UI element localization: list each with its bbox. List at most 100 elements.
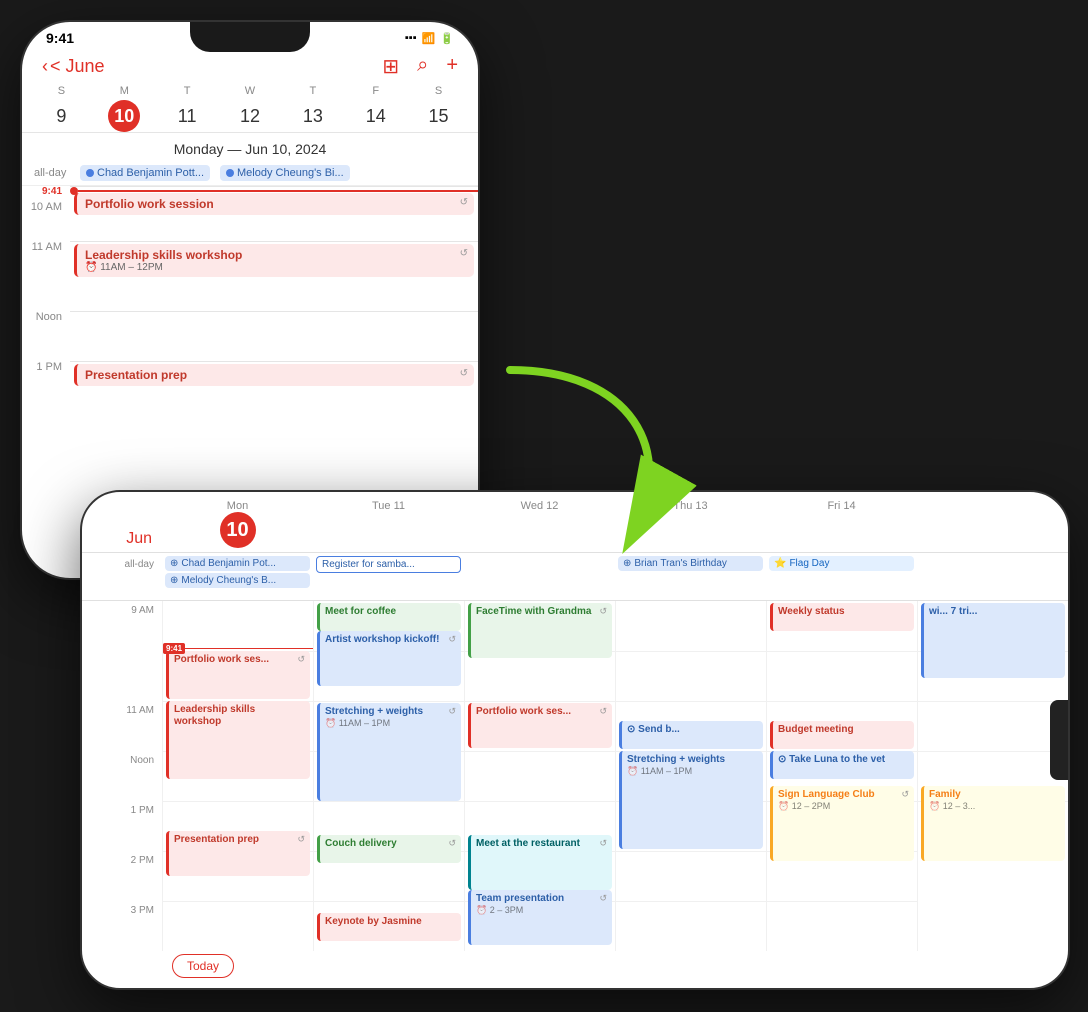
time-3pm-label: 3 PM [82,901,162,951]
week-day-fri[interactable]: F 14 [344,85,407,132]
event-sign-fri[interactable]: ↺ Sign Language Club ⏰ 12 – 2PM [770,786,914,861]
search-icon[interactable]: ⌕ [417,54,428,79]
col-header-tue[interactable]: Tue 11 [313,500,464,548]
event-portfolio-mon[interactable]: ↺ Portfolio work ses... [166,651,310,699]
event-send-thu[interactable]: ⊙ Send b... [619,721,763,749]
event-leadership-mon[interactable]: Leadership skills workshop [166,701,310,779]
sync-icon: ↺ [599,706,607,717]
time-2pm-label: 2 PM [82,851,162,901]
allday-samba[interactable]: Register for samba... [316,556,461,573]
event-facetime-wed[interactable]: ↺ FaceTime with Grandma [468,603,612,658]
allday-label-landscape: all-day [82,555,162,570]
event-portfolio-wed[interactable]: ↺ Portfolio work ses... [468,703,612,748]
week-day-mon[interactable]: M 10 [93,85,156,132]
day-col-wed: ↺ FaceTime with Grandma ↺ Portfolio work… [464,601,615,951]
week-day-wed[interactable]: W 12 [219,85,282,132]
allday-extra [917,555,1068,557]
time-line-noon [70,311,478,361]
allday-event-title: Melody Cheung's Bi... [237,167,344,179]
star-icon: ⭐ [774,558,786,569]
day-col-fri: Weekly status Budget meeting ⊙ Take Luna… [766,601,917,951]
allday-flagday[interactable]: ⭐ Flag Day [769,556,914,571]
event-leadership[interactable]: Leadership skills workshop ↺ ⏰ 11AM – 12… [74,244,474,277]
event-presentation-mon[interactable]: ↺ Presentation prep [166,831,310,876]
status-time: 9:41 [46,30,74,46]
back-month-button[interactable]: ‹ < June [42,56,105,77]
sync-icon: ↺ [460,197,468,208]
status-icons: ▪▪▪ 📶 🔋 [405,32,454,45]
week-day-sun[interactable]: S 9 [30,85,93,132]
event-stretching-thu[interactable]: Stretching + weights ⏰ 11AM – 1PM [619,751,763,849]
allday-chad[interactable]: ⊕ Chad Benjamin Pot... [165,556,310,571]
event-couch-tue[interactable]: ↺ Couch delivery [317,835,461,863]
col-header-wed[interactable]: Wed 12 [464,500,615,548]
current-time-indicator: 9:41 [163,643,313,654]
calendar-header: ‹ < June ⊞ ⌕ + [22,50,478,85]
month-name: Jun [126,530,152,548]
sync-icon: ↺ [448,634,456,645]
event-portfolio[interactable]: Portfolio work session ↺ [74,193,474,215]
week-day-sat[interactable]: S 15 [407,85,470,132]
time-scroll: 9:41 10 AM Portfolio work session ↺ 11 A… [22,186,478,436]
time-row-noon: Noon [22,311,478,361]
sync-icon: ↺ [460,248,468,259]
week-strip: S 9 M 10 T 11 W 12 T 13 F 14 S 15 [22,85,478,132]
day-header: Monday — Jun 10, 2024 [22,132,478,161]
allday-row: all-day Chad Benjamin Pott... Melody Che… [22,161,478,186]
event-coffee-tue[interactable]: Meet for coffee [317,603,461,631]
sync-icon: ↺ [599,606,607,617]
time-10am-label [82,651,162,701]
landscape-phone: Jun Mon 10 Tue 11 Wed 12 Thu 13 Fri 14 [80,490,1070,990]
sync-icon: ↺ [599,893,607,904]
time-labels-col: 9 AM 11 AM Noon 1 PM 2 PM 3 PM [82,601,162,988]
side-notch [1050,700,1068,780]
today-button[interactable]: Today [172,954,234,978]
landscape-calendar: Jun Mon 10 Tue 11 Wed 12 Thu 13 Fri 14 [82,492,1068,988]
allday-tue: Register for samba... [313,555,464,574]
allday-brian[interactable]: ⊕ Brian Tran's Birthday [618,556,763,571]
notch [190,22,310,52]
signal-icon: ▪▪▪ [405,32,417,44]
current-time-badge: 9:41 [163,643,185,654]
column-headers: Jun Mon 10 Tue 11 Wed 12 Thu 13 Fri 14 [82,492,1068,553]
grid-view-icon[interactable]: ⊞ [382,54,399,79]
time-1pm-label: 1 PM [82,801,162,851]
allday-event-chad[interactable]: Chad Benjamin Pott... [80,165,210,181]
time-label-1pm: 1 PM [22,361,70,373]
time-line-1pm: Presentation prep ↺ [70,361,478,411]
time-label-11am: 11 AM [22,241,70,253]
header-action-icons: ⊞ ⌕ + [382,54,458,79]
allday-wed [464,555,615,557]
week-day-thu[interactable]: T 13 [281,85,344,132]
sync-icon: ↺ [448,706,456,717]
allday-event-title: Chad Benjamin Pott... [97,167,204,179]
event-luna-fri[interactable]: ⊙ Take Luna to the vet [770,751,914,779]
event-keynote-tue[interactable]: Keynote by Jasmine [317,913,461,941]
time-grid: 9 AM 11 AM Noon 1 PM 2 PM 3 PM [82,601,1068,988]
col-header-mon[interactable]: Mon 10 [162,500,313,548]
col-header-thu[interactable]: Thu 13 [615,500,766,548]
event-team-wed[interactable]: ↺ Team presentation ⏰ 2 – 3PM [468,890,612,945]
time-label-noon: Noon [22,311,70,323]
event-weekly-fri[interactable]: Weekly status [770,603,914,631]
col-header-extra [917,500,1068,548]
sync-icon: ↺ [901,789,909,800]
allday-dot [86,169,94,177]
allday-mon: ⊕ Chad Benjamin Pot... ⊕ Melody Cheung's… [162,555,313,589]
allday-melody[interactable]: ⊕ Melody Cheung's B... [165,573,310,588]
add-event-icon[interactable]: + [446,54,458,79]
battery-icon: 🔋 [440,32,454,45]
time-row-10am: 9:41 10 AM Portfolio work session ↺ [22,186,478,241]
event-budget-fri[interactable]: Budget meeting [770,721,914,749]
event-presentation[interactable]: Presentation prep ↺ [74,364,474,386]
col-header-fri[interactable]: Fri 14 [766,500,917,548]
event-artist-tue[interactable]: ↺ Artist workshop kickoff! [317,631,461,686]
time-line-10am: Portfolio work session ↺ [70,186,478,236]
event-restaurant-wed[interactable]: ↺ Meet at the restaurant [468,835,612,890]
allday-dot [226,169,234,177]
week-day-tue[interactable]: T 11 [156,85,219,132]
sync-icon: ↺ [599,838,607,849]
event-stretching-tue[interactable]: ↺ Stretching + weights ⏰ 11AM – 1PM [317,703,461,801]
time-row-1pm: 1 PM Presentation prep ↺ [22,361,478,411]
allday-event-melody[interactable]: Melody Cheung's Bi... [220,165,350,181]
